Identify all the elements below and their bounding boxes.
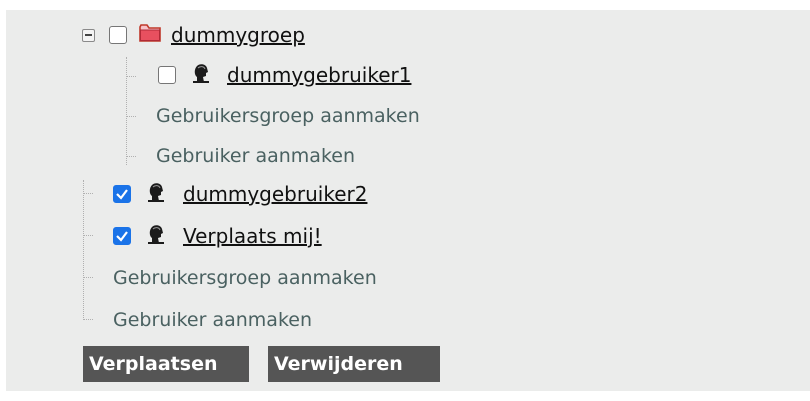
group-checkbox[interactable]: [109, 26, 127, 44]
tree-user-row: Verplaats mij!: [113, 218, 322, 254]
tree-action-row: Gebruiker aanmaken: [156, 138, 355, 174]
user-checkbox[interactable]: [113, 185, 131, 203]
tree-branch: [126, 116, 136, 117]
tree-user-row: dummygebruiker1: [158, 57, 411, 93]
user-bust-icon: [147, 224, 165, 248]
group-link[interactable]: dummygroep: [171, 23, 305, 47]
user-bust-icon: [192, 63, 210, 87]
tree-action-row: Gebruikersgroep aanmaken: [113, 260, 377, 296]
user-checkbox[interactable]: [113, 227, 131, 245]
tree-branch: [83, 277, 93, 278]
tree-action-row: Gebruiker aanmaken: [113, 302, 312, 338]
tree-branch: [83, 319, 93, 320]
delete-button[interactable]: Verwijderen: [268, 346, 440, 382]
user-link[interactable]: dummygebruiker1: [227, 63, 411, 87]
create-user-link[interactable]: Gebruiker aanmaken: [156, 145, 355, 167]
folder-icon: [139, 23, 161, 47]
user-tree-panel: dummygroep dummygebruiker1 Gebruikersgro…: [6, 10, 810, 391]
user-link[interactable]: Verplaats mij!: [183, 224, 322, 248]
move-button[interactable]: Verplaatsen: [83, 346, 249, 382]
user-link[interactable]: dummygebruiker2: [183, 182, 367, 206]
tree-branch: [126, 156, 136, 157]
collapse-toggle-icon[interactable]: [82, 28, 95, 42]
tree-group-row: dummygroep: [82, 17, 305, 53]
tree-action-row: Gebruikersgroep aanmaken: [156, 98, 420, 134]
create-group-link[interactable]: Gebruikersgroep aanmaken: [113, 267, 377, 289]
tree-guide-root: [83, 180, 84, 320]
tree-branch: [126, 76, 136, 77]
tree-branch: [83, 235, 93, 236]
tree-user-row: dummygebruiker2: [113, 176, 367, 212]
tree-branch: [83, 193, 93, 194]
user-checkbox[interactable]: [158, 66, 176, 84]
tree-guide-group: [126, 57, 127, 165]
create-user-link[interactable]: Gebruiker aanmaken: [113, 309, 312, 331]
user-bust-icon: [147, 182, 165, 206]
create-group-link[interactable]: Gebruikersgroep aanmaken: [156, 105, 420, 127]
